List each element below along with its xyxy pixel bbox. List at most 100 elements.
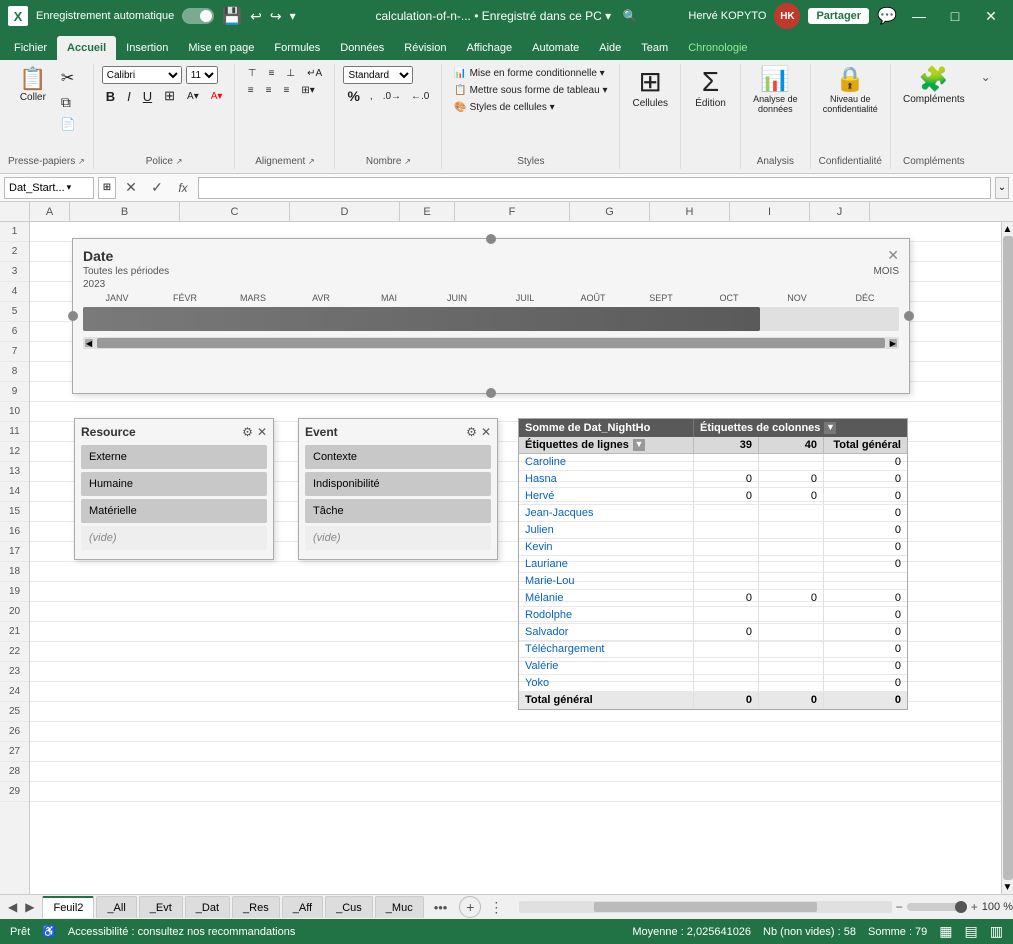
- timeline-resize-top[interactable]: [486, 234, 496, 244]
- pivot-data-row[interactable]: Salvador00: [519, 624, 907, 641]
- tab-affichage[interactable]: Affichage: [456, 36, 522, 60]
- tab-feuil2[interactable]: Feuil2: [42, 896, 94, 918]
- mois-dropdown[interactable]: MOIS: [873, 266, 899, 277]
- row-2[interactable]: 2: [0, 242, 29, 262]
- timeline-month-sep[interactable]: SEPT: [627, 293, 695, 303]
- pivot-data-row[interactable]: Lauriane0: [519, 556, 907, 573]
- slicer-event[interactable]: Event ⚙ ✕ Contexte Indisponibilité Tâche…: [298, 418, 498, 560]
- confirm-formula-btn[interactable]: ✓: [146, 177, 168, 199]
- row-19[interactable]: 19: [0, 582, 29, 602]
- timeline-arrow-right[interactable]: ▶: [889, 339, 897, 347]
- increase-decimal-btn[interactable]: .0→: [379, 89, 405, 104]
- timeline-resize-left[interactable]: [68, 311, 78, 321]
- col-a[interactable]: A: [30, 202, 70, 221]
- redo-icon[interactable]: ↪: [270, 8, 282, 25]
- analyse-btn[interactable]: 📊 Analyse dedonnées: [749, 66, 802, 116]
- timeline-month-feb[interactable]: FÉVR: [151, 293, 219, 303]
- pivot-data-row[interactable]: Total général000: [519, 692, 907, 709]
- more-sheets-btn[interactable]: •••: [426, 900, 456, 915]
- timeline-resize-bottom[interactable]: [486, 388, 496, 398]
- timeline-month-jul[interactable]: JUIL: [491, 293, 559, 303]
- row-16[interactable]: 16: [0, 522, 29, 542]
- timeline-month-dec[interactable]: DÉC: [831, 293, 899, 303]
- align-left-btn[interactable]: ≡: [244, 83, 258, 98]
- insert-function-btn[interactable]: fx: [172, 177, 194, 199]
- slicer-item-tache[interactable]: Tâche: [305, 499, 491, 523]
- copier-btn[interactable]: ⧉: [57, 92, 80, 113]
- conditional-format-btn[interactable]: 📊 Mise en forme conditionnelle ▾: [450, 66, 608, 81]
- slicer-event-clear-icon[interactable]: ✕: [481, 425, 491, 439]
- align-right-btn[interactable]: ≡: [279, 83, 293, 98]
- col-j[interactable]: J: [810, 202, 870, 221]
- sheet-nav-right[interactable]: ▶: [25, 900, 34, 914]
- tab-muc[interactable]: _Muc: [375, 896, 424, 918]
- fill-color-btn[interactable]: A▾: [183, 89, 203, 104]
- pivot-col-dropdown[interactable]: ▼: [824, 422, 836, 434]
- complements-btn[interactable]: 🧩 Compléments: [899, 66, 969, 107]
- row-22[interactable]: 22: [0, 642, 29, 662]
- font-color-btn[interactable]: A▾: [207, 89, 227, 104]
- pivot-row-dropdown[interactable]: ▼: [633, 439, 645, 451]
- tab-formules[interactable]: Formules: [264, 36, 330, 60]
- row-18[interactable]: 18: [0, 562, 29, 582]
- row-28[interactable]: 28: [0, 762, 29, 782]
- pivot-data-row[interactable]: Hervé000: [519, 488, 907, 505]
- timeline-month-aug[interactable]: AOÛT: [559, 293, 627, 303]
- ribbon-expand-btn[interactable]: ⌄: [977, 68, 995, 86]
- cellules-btn[interactable]: ⊞ Cellules: [628, 66, 672, 111]
- row-8[interactable]: 8: [0, 362, 29, 382]
- slicer-resource[interactable]: Resource ⚙ ✕ Externe Humaine Matérielle …: [74, 418, 274, 560]
- row-25[interactable]: 25: [0, 702, 29, 722]
- tab-automate[interactable]: Automate: [522, 36, 589, 60]
- tab-mise-en-page[interactable]: Mise en page: [178, 36, 264, 60]
- row-1[interactable]: 1: [0, 222, 29, 242]
- tab-aide[interactable]: Aide: [589, 36, 631, 60]
- tab-fichier[interactable]: Fichier: [4, 36, 57, 60]
- bold-btn[interactable]: B: [102, 87, 119, 106]
- tab-res[interactable]: _Res: [232, 896, 280, 918]
- pivot-data-row[interactable]: Téléchargement0: [519, 641, 907, 658]
- merge-btn[interactable]: ⊞▾: [297, 83, 318, 98]
- timeline-scrollbar[interactable]: ◀ ▶: [83, 337, 899, 349]
- row-20[interactable]: 20: [0, 602, 29, 622]
- name-box-expand-btn[interactable]: ⊞: [98, 177, 116, 199]
- col-f[interactable]: F: [455, 202, 570, 221]
- saved-dropdown[interactable]: ▾: [605, 9, 611, 23]
- col-g[interactable]: G: [570, 202, 650, 221]
- page-break-btn[interactable]: ▥: [990, 923, 1003, 940]
- align-bottom-btn[interactable]: ⊥: [282, 66, 299, 81]
- col-i[interactable]: I: [730, 202, 810, 221]
- border-btn[interactable]: ⊞: [160, 86, 179, 106]
- tab-all[interactable]: _All: [96, 896, 136, 918]
- table-format-btn[interactable]: 📋 Mettre sous forme de tableau ▾: [450, 83, 611, 98]
- pivot-data-row[interactable]: Kevin0: [519, 539, 907, 556]
- comment-icon[interactable]: 💬: [877, 6, 897, 26]
- tab-evt[interactable]: _Evt: [139, 896, 183, 918]
- row-23[interactable]: 23: [0, 662, 29, 682]
- slicer-item-externe[interactable]: Externe: [81, 445, 267, 469]
- scroll-down-btn[interactable]: ▼: [1003, 882, 1013, 892]
- row-17[interactable]: 17: [0, 542, 29, 562]
- thousands-btn[interactable]: ,: [366, 89, 377, 104]
- row-27[interactable]: 27: [0, 742, 29, 762]
- row-4[interactable]: 4: [0, 282, 29, 302]
- pivot-data-row[interactable]: Mélanie000: [519, 590, 907, 607]
- normal-view-btn[interactable]: ▦: [939, 923, 952, 940]
- row-6[interactable]: 6: [0, 322, 29, 342]
- italic-btn[interactable]: I: [123, 87, 135, 106]
- slicer-resource-clear-icon[interactable]: ✕: [257, 425, 267, 439]
- pivot-data-row[interactable]: Marie-Lou: [519, 573, 907, 590]
- number-format-select[interactable]: Standard: [343, 66, 413, 84]
- zoom-in-btn[interactable]: +: [971, 900, 978, 914]
- timeline-month-jan[interactable]: JANV: [83, 293, 151, 303]
- align-middle-btn[interactable]: ≡: [265, 66, 279, 81]
- coller-special-btn[interactable]: 📄: [57, 115, 80, 133]
- row-9[interactable]: 9: [0, 382, 29, 402]
- pivot-data-row[interactable]: Julien0: [519, 522, 907, 539]
- col-b[interactable]: B: [70, 202, 180, 221]
- zoom-out-btn[interactable]: −: [896, 900, 903, 914]
- autosave-toggle[interactable]: [182, 8, 214, 24]
- tab-accueil[interactable]: Accueil: [57, 36, 116, 60]
- customize-icon[interactable]: ▾: [290, 9, 296, 23]
- vertical-scrollbar[interactable]: ▲ ▼: [1001, 222, 1013, 894]
